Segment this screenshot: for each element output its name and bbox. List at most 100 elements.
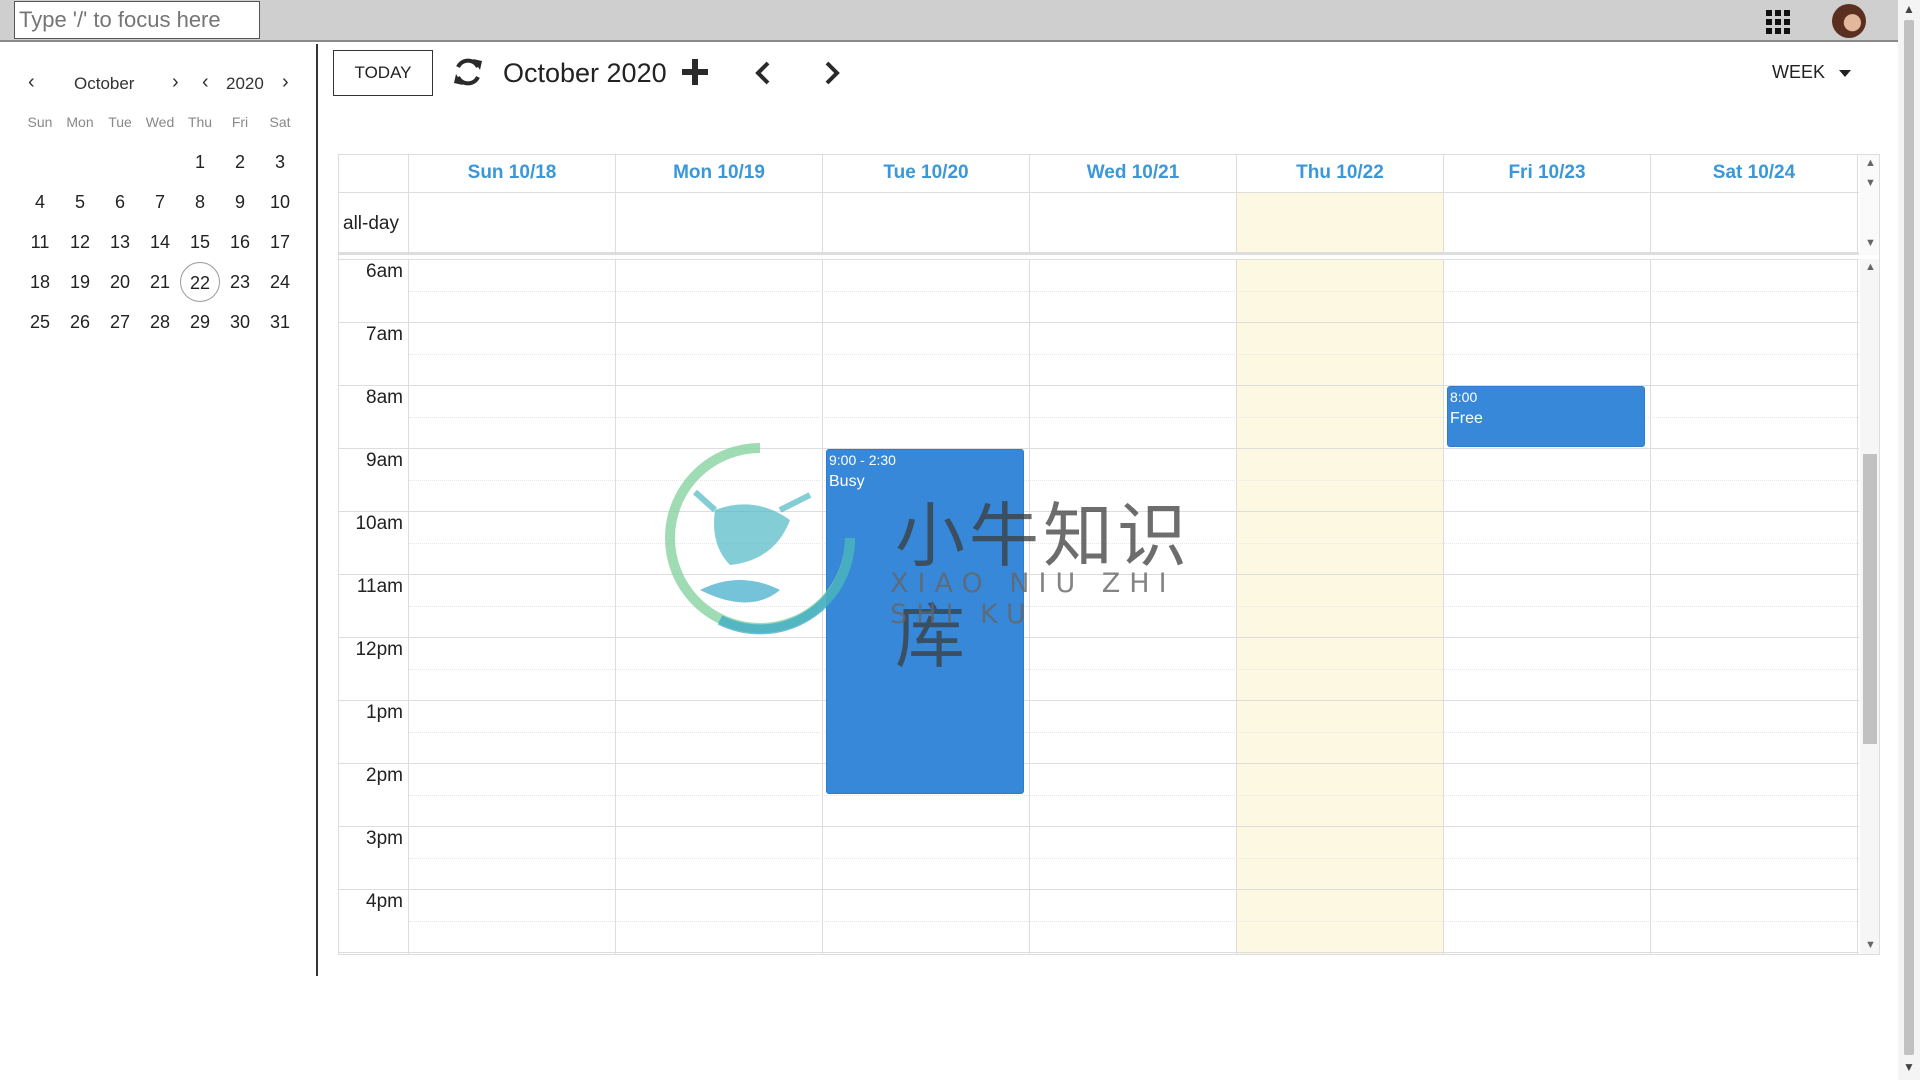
mini-next-year-button[interactable]: › <box>282 72 289 92</box>
allday-scrollbar[interactable]: ▲ ▼ ▼ <box>1860 155 1879 255</box>
day-column[interactable] <box>409 259 616 954</box>
day-header[interactable]: Sat 10/24 <box>1651 155 1858 192</box>
mini-day[interactable]: 9 <box>220 182 260 222</box>
day-column-today[interactable] <box>1237 259 1444 954</box>
search-input[interactable] <box>14 1 260 39</box>
scroll-down-icon[interactable]: ▼ <box>1865 177 1876 189</box>
mini-day[interactable]: 1 <box>180 142 220 182</box>
mini-day[interactable]: 23 <box>220 262 260 302</box>
scroll-up-icon[interactable]: ▲ <box>1865 261 1876 273</box>
mini-day[interactable]: 4 <box>20 182 60 222</box>
scroll-down-icon[interactable]: ▼ <box>1865 237 1876 249</box>
mini-weekday-header: Sun Mon Tue Wed Thu Fri Sat <box>20 114 300 130</box>
day-header[interactable]: Wed 10/21 <box>1030 155 1237 192</box>
mini-week-row: 25 26 27 28 29 30 31 <box>20 302 300 342</box>
mini-day[interactable]: 16 <box>220 222 260 262</box>
time-grid-scrollbar-thumb[interactable] <box>1863 454 1877 744</box>
day-header[interactable]: Tue 10/20 <box>823 155 1030 192</box>
mini-day[interactable]: 14 <box>140 222 180 262</box>
mini-day[interactable]: 6 <box>100 182 140 222</box>
hour-line <box>339 700 1859 701</box>
day-column[interactable] <box>1651 259 1858 954</box>
weekday-label: Fri <box>231 114 249 130</box>
half-hour-line <box>409 857 1859 859</box>
half-hour-line <box>409 353 1859 355</box>
allday-row: all-day <box>339 193 1859 255</box>
day-header[interactable]: Sun 10/18 <box>409 155 616 192</box>
hour-line <box>339 763 1859 764</box>
mini-day[interactable]: 20 <box>100 262 140 302</box>
mini-next-month-button[interactable]: › <box>172 72 179 92</box>
mini-day[interactable]: 27 <box>100 302 140 342</box>
mini-day[interactable]: 5 <box>60 182 100 222</box>
mini-day[interactable]: 29 <box>180 302 220 342</box>
calendar-event[interactable]: 8:00 Free <box>1447 386 1645 447</box>
allday-cell-today[interactable] <box>1237 193 1444 252</box>
mini-day[interactable]: 19 <box>60 262 100 302</box>
apps-grid-icon[interactable] <box>1766 10 1790 34</box>
hour-label: 12pm <box>355 639 403 660</box>
refresh-icon[interactable] <box>451 55 485 89</box>
calendar-event[interactable]: 9:00 - 2:30 Busy <box>826 449 1024 794</box>
hour-label: 7am <box>366 324 403 345</box>
mini-day[interactable]: 26 <box>60 302 100 342</box>
today-button[interactable]: TODAY <box>333 50 433 96</box>
half-hour-line <box>409 479 1859 481</box>
allday-cell[interactable] <box>1444 193 1651 252</box>
mini-day[interactable]: 31 <box>260 302 300 342</box>
allday-label: all-day <box>339 193 409 252</box>
scroll-up-icon[interactable]: ▲ <box>1865 157 1876 169</box>
mini-day[interactable]: 2 <box>220 142 260 182</box>
mini-day[interactable]: 13 <box>100 222 140 262</box>
mini-day[interactable]: 30 <box>220 302 260 342</box>
plus-icon[interactable] <box>680 57 710 87</box>
mini-day[interactable]: 28 <box>140 302 180 342</box>
chevron-right-icon[interactable] <box>822 60 842 86</box>
mini-day[interactable]: 17 <box>260 222 300 262</box>
day-header-row: Sun 10/18 Mon 10/19 Tue 10/20 Wed 10/21 … <box>339 155 1859 193</box>
day-column[interactable] <box>616 259 823 954</box>
mini-day[interactable]: 21 <box>140 262 180 302</box>
mini-day[interactable]: 25 <box>20 302 60 342</box>
time-grid-scrollbar[interactable]: ▲ ▼ <box>1860 259 1879 954</box>
view-select[interactable]: WEEK <box>1772 62 1852 83</box>
day-column[interactable] <box>1030 259 1237 954</box>
page-scrollbar-thumb[interactable] <box>1904 20 1914 1055</box>
allday-cell[interactable] <box>1651 193 1858 252</box>
mini-day[interactable]: 24 <box>260 262 300 302</box>
allday-cell[interactable] <box>409 193 616 252</box>
hour-line <box>339 574 1859 575</box>
allday-cell[interactable] <box>823 193 1030 252</box>
mini-day[interactable]: 12 <box>60 222 100 262</box>
mini-day[interactable]: 18 <box>20 262 60 302</box>
day-header[interactable]: Fri 10/23 <box>1444 155 1651 192</box>
mini-prev-month-button[interactable]: ‹ <box>28 72 35 92</box>
mini-day[interactable]: 15 <box>180 222 220 262</box>
mini-calendar-nav: ‹ October › ‹ 2020 › <box>0 72 318 96</box>
event-title: Free <box>1450 410 1483 427</box>
mini-day[interactable]: 7 <box>140 182 180 222</box>
mini-day-today[interactable]: 22 <box>180 262 220 302</box>
allday-cell[interactable] <box>616 193 823 252</box>
event-time: 8:00 <box>1450 389 1478 405</box>
mini-day[interactable]: 3 <box>260 142 300 182</box>
day-column[interactable] <box>1444 259 1651 954</box>
page-scrollbar[interactable]: ▲ ▼ <box>1898 0 1920 1080</box>
scroll-up-icon[interactable]: ▲ <box>1903 2 1915 16</box>
mini-prev-year-button[interactable]: ‹ <box>202 72 209 92</box>
hour-label: 10am <box>355 513 403 534</box>
mini-day[interactable]: 8 <box>180 182 220 222</box>
weekday-label: Wed <box>145 114 175 130</box>
avatar[interactable] <box>1832 4 1866 38</box>
event-time: 9:00 - 2:30 <box>829 452 896 468</box>
day-header[interactable]: Mon 10/19 <box>616 155 823 192</box>
half-hour-line <box>409 290 1859 292</box>
mini-day[interactable]: 11 <box>20 222 60 262</box>
allday-cell[interactable] <box>1030 193 1237 252</box>
mini-day[interactable]: 10 <box>260 182 300 222</box>
chevron-left-icon[interactable] <box>753 60 773 86</box>
day-header[interactable]: Thu 10/22 <box>1237 155 1444 192</box>
hour-line <box>339 511 1859 512</box>
scroll-down-icon[interactable]: ▼ <box>1865 939 1876 951</box>
scroll-down-icon[interactable]: ▼ <box>1903 1060 1915 1074</box>
